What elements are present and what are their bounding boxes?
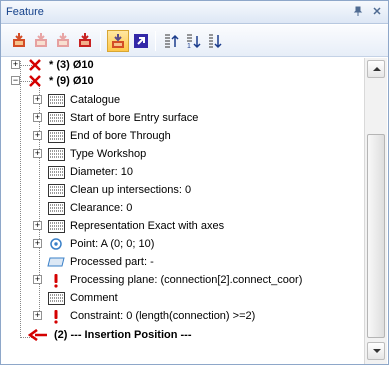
sort-options-icon [209,34,222,49]
insert-feature-disabled-button[interactable] [30,30,52,52]
warning-exclamation-icon [47,272,65,288]
scroll-up-button[interactable] [367,60,385,78]
tree-node-label: Start of bore Entry surface [70,112,199,124]
toolbar: 1 [1,25,388,57]
tree-node-label: Comment [70,292,118,304]
expand-icon[interactable]: + [33,221,42,230]
vertical-scrollbar[interactable] [364,58,387,364]
table-icon [47,182,65,198]
table-icon [47,110,65,126]
tree-node-label: Processed part: - [70,256,154,268]
feature-tree[interactable]: + * (3) Ø10 − * (9) Ø10 + Catalogue + St… [1,58,364,364]
tree-node-label: (2) --- Insertion Position --- [54,329,192,341]
tree-node-insertion-position[interactable]: (2) --- Insertion Position --- [27,326,191,344]
sort-down-button[interactable]: 1 [182,30,204,52]
toolbar-separator [100,31,101,51]
tree-node-label: * (9) Ø10 [49,75,94,87]
expand-icon[interactable]: + [33,311,42,320]
tree-node-clearance[interactable]: Clearance: 0 [47,199,132,217]
go-to-icon [134,34,148,48]
tree-node-catalogue[interactable]: + Catalogue [33,91,120,109]
tree-node-label: Processing plane: (connection[2].connect… [70,274,303,286]
insert-icon [13,33,25,47]
sort-up-button[interactable] [160,30,182,52]
insert-red-icon [79,33,91,47]
feature-view-button[interactable] [107,30,129,52]
tree-node-comment[interactable]: Comment [47,289,118,307]
expand-icon[interactable]: + [11,60,20,69]
tree-node-9[interactable]: − * (9) Ø10 [11,72,94,90]
warning-exclamation-icon [47,308,65,324]
sort-up-icon [165,34,179,48]
table-icon [47,200,65,216]
insert-feature-button[interactable] [8,30,30,52]
expand-icon[interactable]: + [33,95,42,104]
tree-node-type[interactable]: + Type Workshop [33,145,146,163]
tree-node-processed-part[interactable]: Processed part: - [47,253,154,271]
table-icon [47,146,65,162]
insertion-arrow-icon [27,327,49,343]
insert-feature-disabled-button-2[interactable] [52,30,74,52]
panel-title: Feature [6,6,44,18]
tree-node-label: * (3) Ø10 [49,59,94,71]
tree-node-label: Representation Exact with axes [70,220,225,232]
feature-panel: Feature 1 + * (3) Ø10 − * (9) Ø10 + Cata… [0,0,389,365]
tree-node-constraint[interactable]: + Constraint: 0 (length(connection) >=2) [33,307,255,325]
error-x-icon [26,58,44,73]
expand-icon[interactable]: + [33,275,42,284]
expand-icon[interactable]: + [33,131,42,140]
feature-active-icon [112,34,124,48]
expand-icon[interactable]: + [33,113,42,122]
tree-node-label: End of bore Through [70,130,171,142]
collapse-icon[interactable]: − [11,76,20,85]
tree-node-point[interactable]: + Point: A (0; 0; 10) [33,235,154,253]
tree-node-diameter[interactable]: Diameter: 10 [47,163,133,181]
tree-node-label: Clean up intersections: 0 [70,184,192,196]
expand-icon[interactable]: + [33,239,42,248]
insert-disabled-icon [57,33,69,47]
expand-icon[interactable]: + [33,149,42,158]
sort-options-button[interactable] [204,30,226,52]
tree-node-processing-plane[interactable]: + Processing plane: (connection[2].conne… [33,271,302,289]
table-icon [47,128,65,144]
table-icon [47,290,65,306]
pin-icon[interactable] [351,6,365,20]
tree-node-label: Clearance: 0 [70,202,133,214]
sort-down-icon: 1 [187,34,201,50]
insert-red-button[interactable] [74,30,96,52]
toolbar-separator-2 [155,31,156,51]
tree-node-label: Constraint: 0 (length(connection) >=2) [70,310,256,322]
svg-text:1: 1 [187,43,191,50]
table-icon [47,218,65,234]
insert-disabled-icon [35,33,47,47]
table-icon [47,164,65,180]
table-icon [47,92,65,108]
part-icon [47,254,65,270]
tree-node-label: Point: A (0; 0; 10) [70,238,155,250]
error-x-icon [26,73,44,89]
tree-node-label: Type Workshop [70,148,147,160]
scroll-down-button[interactable] [367,342,385,360]
tree-node-clean-up[interactable]: Clean up intersections: 0 [47,181,191,199]
tree-node-representation[interactable]: + Representation Exact with axes [33,217,224,235]
tree-node-end-of-bore[interactable]: + End of bore Through [33,127,171,145]
point-target-icon [47,236,65,252]
tree-node-label: Diameter: 10 [70,166,133,178]
scroll-thumb[interactable] [367,134,385,338]
title-bar: Feature [1,1,388,24]
go-to-button[interactable] [130,30,152,52]
close-icon[interactable] [370,6,384,20]
tree-node-label: Catalogue [70,94,121,106]
tree-node-start-of-bore[interactable]: + Start of bore Entry surface [33,109,198,127]
